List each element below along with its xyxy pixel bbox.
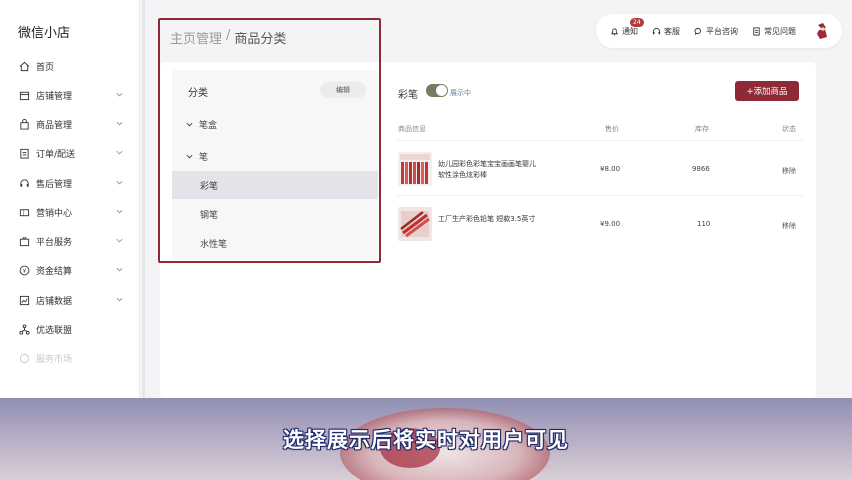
product-thumbnail (398, 152, 432, 186)
document-icon (753, 26, 760, 36)
display-toggle[interactable] (426, 84, 448, 97)
header-divider (396, 140, 804, 141)
sidebar-item-label: 店铺管理 (36, 91, 73, 102)
column-header-status: 状态 (782, 125, 796, 133)
sidebar-item-platform-services[interactable]: 平台服务 (0, 230, 140, 252)
sidebar-item-products[interactable]: 商品管理 (0, 113, 140, 135)
sidebar-item-label: 售后管理 (36, 179, 73, 190)
shop-icon (18, 89, 30, 101)
chart-icon (18, 294, 30, 306)
sidebar-item-settlement[interactable]: ¥ 资金结算 (0, 259, 140, 281)
bag-icon (18, 118, 30, 130)
product-price: ¥9.00 (600, 220, 621, 228)
sidebar-item-shop-data[interactable]: 店铺数据 (0, 289, 140, 311)
sidebar-item-label: 店铺数据 (36, 296, 73, 307)
sidebar-item-alliance[interactable]: 优选联盟 (0, 318, 140, 340)
product-name[interactable]: 工厂生产彩色铅笔 短款3.5英寸 (438, 214, 538, 225)
briefcase-icon (18, 235, 30, 247)
avatar[interactable] (810, 19, 834, 43)
network-icon (18, 323, 30, 335)
faq-button[interactable]: 常见问题 (752, 26, 796, 37)
brand-title: 微信小店 (18, 26, 71, 41)
chevron-down-icon (116, 121, 123, 126)
sidebar-item-shop[interactable]: 店铺管理 (0, 84, 140, 106)
notification-badge: 24 (630, 17, 644, 27)
sidebar-item-label: 平台服务 (36, 237, 73, 248)
product-name[interactable]: 幼儿园彩色彩笔宝宝画画笔婴儿软性涂色炫彩棒 (438, 159, 538, 181)
chevron-down-icon (116, 238, 123, 243)
product-stock: 9866 (692, 165, 710, 173)
remove-product-button[interactable]: 移除 (782, 221, 796, 231)
market-icon (18, 352, 30, 364)
video-subtitle: 选择展示后将实时对用户可见 (283, 428, 569, 452)
sidebar: 微信小店 首页 店铺管理 商品管理 订单/配送 售后管理 营销中心 平台服务 ¥… (0, 0, 140, 400)
product-price: ¥8.00 (600, 165, 621, 173)
sidebar-item-label: 营销中心 (36, 208, 73, 219)
chat-icon (694, 27, 701, 35)
row-divider (396, 195, 804, 196)
chevron-down-icon (116, 150, 123, 155)
chevron-down-icon (116, 209, 123, 214)
ticket-icon (18, 206, 30, 218)
headset-icon (18, 177, 30, 189)
notification-button[interactable]: 通知 24 (610, 17, 644, 37)
sidebar-item-marketing[interactable]: 营销中心 (0, 201, 140, 223)
sidebar-item-market[interactable]: 服务市场 (0, 347, 140, 369)
sidebar-scrollbar[interactable] (142, 0, 145, 400)
platform-consult-button[interactable]: 平台咨询 (694, 26, 738, 37)
column-header-stock: 库存 (695, 125, 709, 133)
sidebar-item-orders[interactable]: 订单/配送 (0, 142, 140, 164)
top-bar: 通知 24 客服 平台咨询 常见问题 (596, 14, 842, 48)
svg-text:¥: ¥ (22, 268, 26, 274)
column-header-product: 商品信息 (398, 125, 426, 133)
display-toggle-label: 展示中 (450, 89, 471, 97)
chevron-down-icon (116, 297, 123, 302)
chevron-down-icon (116, 180, 123, 185)
home-icon (18, 60, 30, 72)
bell-icon (610, 27, 619, 35)
highlight-annotation-box (158, 18, 381, 263)
money-icon: ¥ (18, 264, 30, 276)
remove-product-button[interactable]: 移除 (782, 166, 796, 176)
avatar-figure-icon (811, 20, 833, 42)
sidebar-item-label: 优选联盟 (36, 325, 73, 336)
sidebar-item-label: 订单/配送 (36, 149, 76, 160)
sidebar-item-label: 服务市场 (36, 354, 73, 365)
product-thumbnail (398, 207, 432, 241)
add-product-button[interactable]: +添加商品 (735, 81, 799, 101)
chevron-down-icon (116, 92, 123, 97)
column-header-price: 售价 (605, 125, 619, 133)
sidebar-item-label: 首页 (36, 62, 55, 73)
customer-service-button[interactable]: 客服 (652, 26, 680, 37)
chevron-down-icon (116, 267, 123, 272)
headset-icon (652, 27, 661, 34)
sidebar-item-label: 资金结算 (36, 266, 73, 277)
selected-category-name: 彩笔 (398, 90, 418, 101)
product-stock: 110 (697, 220, 711, 228)
sidebar-item-after-sales[interactable]: 售后管理 (0, 172, 140, 194)
sidebar-item-home[interactable]: 首页 (0, 55, 140, 77)
sidebar-item-label: 商品管理 (36, 120, 73, 131)
order-icon (18, 147, 30, 159)
